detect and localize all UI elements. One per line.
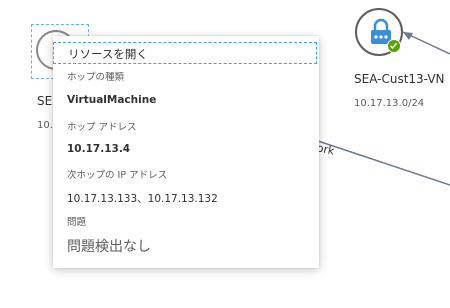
left-node-ip: 10. <box>37 120 53 131</box>
topology-canvas: SE 10. SEA-Cust13-VN 10.17.13.0/24 vork … <box>0 0 450 308</box>
hop-type-value: VirtualMachine <box>67 94 157 106</box>
right-node-name[interactable]: SEA-Cust13-VN <box>354 72 445 86</box>
hop-address-label: ホップ アドレス <box>67 122 137 133</box>
open-resource-link[interactable]: リソースを開く <box>53 42 317 64</box>
issues-label: 問題 <box>67 217 87 228</box>
hop-type-label: ホップの種類 <box>67 72 125 83</box>
hop-address-value: 10.17.13.4 <box>67 143 131 155</box>
right-node-ip: 10.17.13.0/24 <box>354 98 425 109</box>
left-node-name[interactable]: SE <box>37 94 52 108</box>
status-check-icon <box>387 39 401 53</box>
hop-details-card: リソースを開く ホップの種類 VirtualMachine ホップ アドレス 1… <box>53 36 319 268</box>
issues-value: 問題検出なし <box>67 239 151 255</box>
next-hop-value: 10.17.13.133、10.17.13.132 <box>67 193 218 205</box>
right-node-icon[interactable] <box>355 8 403 56</box>
next-hop-label: 次ホップの IP アドレス <box>67 170 168 181</box>
